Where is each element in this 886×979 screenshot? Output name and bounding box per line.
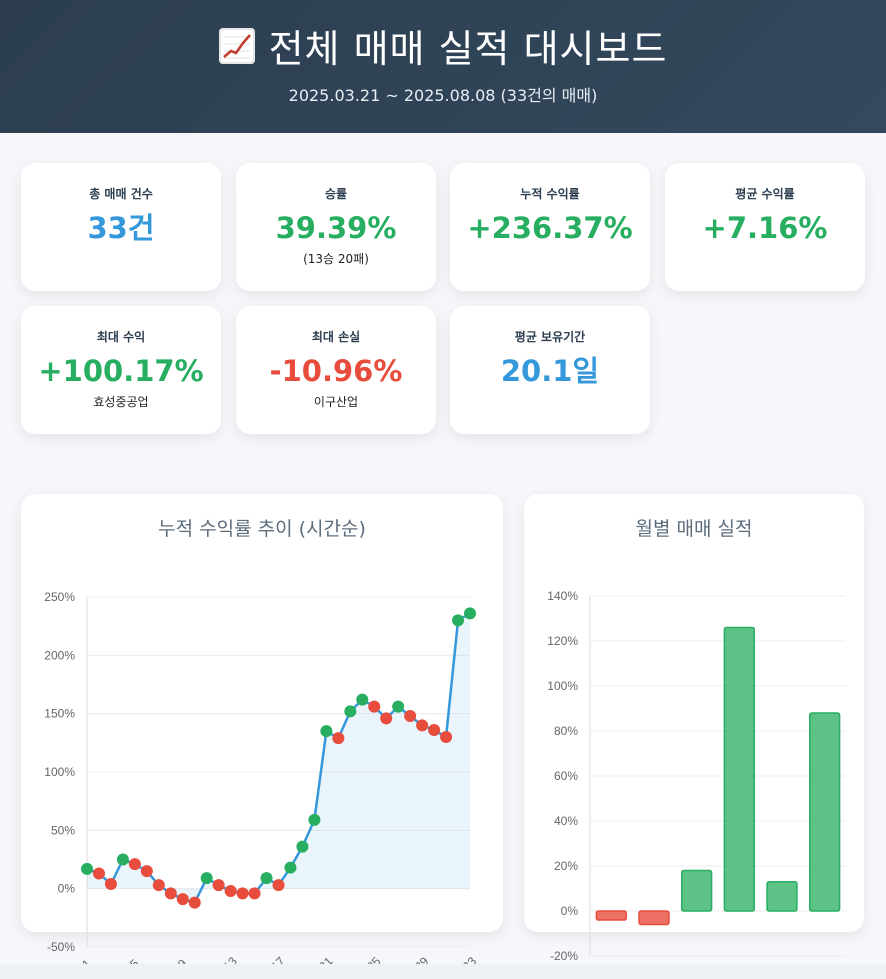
data-point xyxy=(428,724,441,736)
page-title: 전체 매매 실적 대시보드 xyxy=(0,18,886,73)
data-point xyxy=(296,840,309,853)
total-trades-value: 33건 xyxy=(87,211,155,245)
avg-return-value: +7.16% xyxy=(702,211,828,245)
max-loss-value: -10.96% xyxy=(269,354,403,388)
data-point xyxy=(128,858,141,871)
y-tick-label: -50% xyxy=(47,940,75,954)
page-title-text: 전체 매매 실적 대시보드 xyxy=(268,27,668,71)
max-loss-label: 최대 손실 xyxy=(311,330,361,344)
max-loss-stock: 이구산업 xyxy=(313,395,359,409)
data-point xyxy=(440,731,453,743)
data-point xyxy=(380,712,393,725)
data-point xyxy=(200,872,213,885)
stats-section: 총 매매 건수 33건 승률 39.39% (13승 20패) 누적 수익률 +… xyxy=(0,133,886,464)
win-rate-value: 39.39% xyxy=(275,211,397,245)
dashboard-header: 전체 매매 실적 대시보드 2025.03.21 ~ 2025.08.08 (3… xyxy=(0,0,886,133)
win-rate-card: 승률 39.39% (13승 20패) xyxy=(236,163,436,291)
data-point xyxy=(236,887,249,900)
total-trades-label: 총 매매 건수 xyxy=(89,187,153,201)
data-point xyxy=(104,878,117,890)
max-gain-label: 최대 수익 xyxy=(96,330,146,344)
y-tick-label: 0% xyxy=(561,904,579,918)
avg-return-card: 평균 수익률 +7.16% xyxy=(665,163,865,291)
y-tick-label: 140% xyxy=(547,589,578,603)
data-point xyxy=(308,813,321,826)
data-point xyxy=(152,879,165,892)
chart-increasing-icon xyxy=(218,27,255,64)
cumulative-return-label: 누적 수익률 xyxy=(520,187,580,201)
data-point xyxy=(81,862,93,875)
data-point xyxy=(92,867,105,880)
bar xyxy=(638,910,670,926)
data-point xyxy=(284,861,297,874)
bar xyxy=(766,881,798,912)
max-gain-stock: 효성중공업 xyxy=(93,395,149,409)
avg-holding-label: 평균 보유기간 xyxy=(514,330,586,344)
data-point xyxy=(332,732,345,745)
data-point xyxy=(116,853,129,866)
avg-holding-card: 평균 보유기간 20.1일 xyxy=(450,306,650,434)
date-range-subtitle: 2025.03.21 ~ 2025.08.08 (33건의 매매) xyxy=(288,86,598,105)
bar xyxy=(595,910,628,921)
y-tick-label: 100% xyxy=(44,765,75,779)
footer-strip xyxy=(0,964,886,979)
data-point xyxy=(464,607,476,620)
data-point xyxy=(212,879,225,892)
bar xyxy=(680,869,713,912)
avg-return-label: 평균 수익률 xyxy=(735,187,795,201)
max-gain-card: 최대 수익 +100.17% 효성중공업 xyxy=(21,306,221,434)
y-tick-label: 80% xyxy=(554,724,578,738)
cumulative-return-line-chart[interactable]: -50%0%50%100%150%200%250%#1#5#9#13#17#21… xyxy=(21,494,503,978)
y-tick-label: 250% xyxy=(44,590,75,604)
data-point xyxy=(188,896,201,909)
area-fill xyxy=(87,613,470,903)
y-tick-label: 40% xyxy=(554,814,578,828)
data-point xyxy=(344,705,357,718)
cumulative-return-value: +236.37% xyxy=(467,211,633,245)
max-loss-card: 최대 손실 -10.96% 이구산업 xyxy=(236,306,436,434)
data-point xyxy=(260,872,273,885)
y-tick-label: 150% xyxy=(44,707,75,721)
total-trades-card: 총 매매 건수 33건 xyxy=(21,163,221,291)
data-point xyxy=(164,887,177,900)
y-tick-label: 0% xyxy=(58,882,76,896)
data-point xyxy=(272,879,285,892)
y-tick-label: 20% xyxy=(554,859,578,873)
charts-section: 누적 수익률 추이 (시간순) -50% 0% 50% 100% 150% 200% 250… xyxy=(0,464,886,979)
bar xyxy=(723,626,756,912)
y-tick-label: 60% xyxy=(554,769,578,783)
data-point xyxy=(140,865,153,878)
data-point xyxy=(368,700,381,713)
data-point xyxy=(392,700,405,713)
y-tick-label: 50% xyxy=(51,823,75,837)
data-point xyxy=(452,614,465,627)
win-rate-label: 승률 xyxy=(324,187,348,201)
y-tick-label: -20% xyxy=(550,949,578,963)
data-point xyxy=(356,693,369,706)
cumulative-return-card: 누적 수익률 +236.37% xyxy=(450,163,650,291)
data-point xyxy=(320,725,333,738)
y-tick-label: 200% xyxy=(44,648,75,662)
data-point xyxy=(176,893,189,906)
cumulative-return-chart-card: 누적 수익률 추이 (시간순) -50% 0% 50% 100% 150% 200% 250… xyxy=(21,494,503,978)
data-point xyxy=(404,710,417,722)
bar xyxy=(808,712,841,912)
monthly-performance-bar-chart[interactable]: -20%0%20%40%60%80%100%120%140%3월4월5월6월7월… xyxy=(524,494,864,979)
max-gain-value: +100.17% xyxy=(38,354,204,388)
data-point xyxy=(416,719,429,732)
y-tick-label: 100% xyxy=(547,679,578,693)
data-point xyxy=(248,887,261,900)
y-tick-label: 120% xyxy=(547,634,578,648)
win-loss-count: (13승 20패) xyxy=(303,252,369,266)
data-point xyxy=(224,885,237,897)
monthly-performance-chart-card: 월별 매매 실적 -20%0%20%40%60%80%100%120%140%3… xyxy=(524,494,864,979)
avg-holding-value: 20.1일 xyxy=(500,354,600,388)
